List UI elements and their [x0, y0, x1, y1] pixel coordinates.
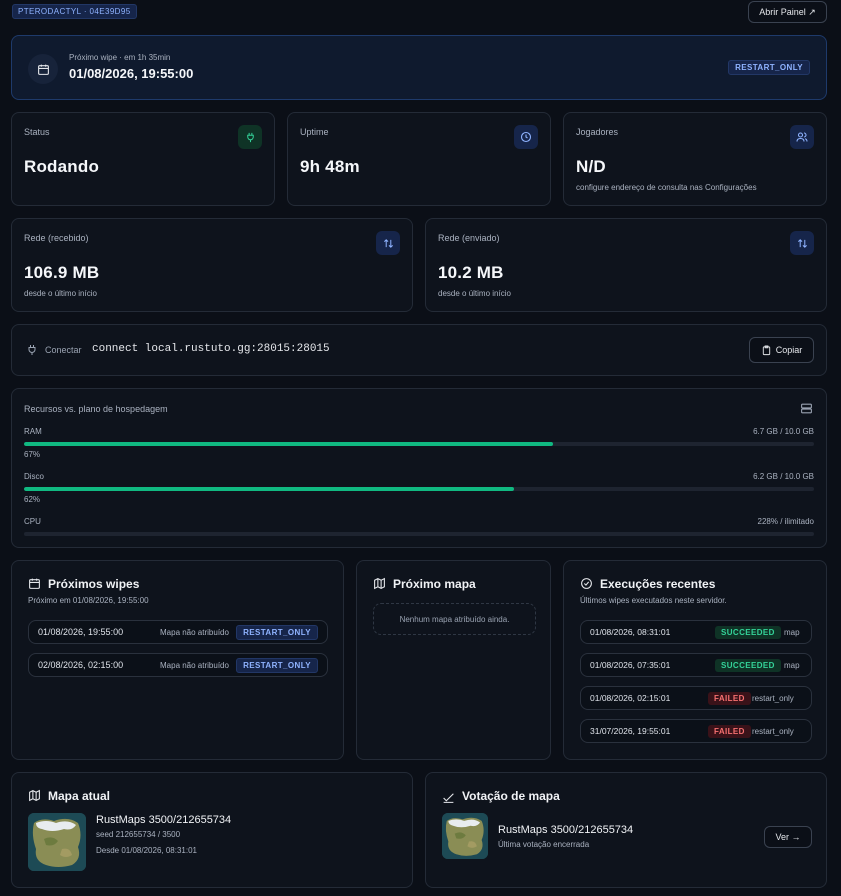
map-icon: [374, 577, 385, 590]
net-in-card: Rede (recebido) 106.9 MB desde o último …: [11, 218, 413, 312]
disk-usage: 6.2 GB / 10.0 GB: [753, 472, 814, 481]
disk-percent: 62%: [24, 495, 41, 504]
run-row[interactable]: 01/08/2026, 02:15:01 FAILED restart_only: [580, 686, 812, 710]
uptime-value: 9h 48m: [300, 157, 360, 176]
calendar-icon: [29, 578, 40, 589]
current-map-title: Mapa atual: [48, 789, 111, 803]
status-badge: SUCCEEDED: [715, 658, 781, 672]
next-map-card: Próximo mapa Nenhum mapa atribuído ainda…: [356, 560, 551, 760]
next-wipes-subtitle: Próximo em 01/08/2026, 19:55:00: [28, 596, 149, 605]
wipe-type-badge: RESTART_ONLY: [728, 60, 810, 75]
transfer-icon-box: [376, 231, 400, 255]
recent-runs-card: Execuções recentes Últimos wipes executa…: [563, 560, 827, 760]
transfer-icon: [797, 238, 807, 248]
transfer-icon: [383, 238, 393, 248]
ram-label: RAM: [24, 427, 42, 436]
players-card: Jogadores N/D configure endereço de cons…: [563, 112, 827, 206]
connect-card: Conectar connect local.rustuto.gg:28015:…: [11, 324, 827, 376]
plug-icon-box: [238, 125, 262, 149]
copy-button[interactable]: Copiar: [749, 337, 814, 363]
calendar-icon: [37, 64, 49, 75]
net-out-card: Rede (enviado) 10.2 MB desde o último in…: [425, 218, 827, 312]
next-wipe-datetime: 01/08/2026, 19:55:00: [69, 66, 194, 81]
cpu-bar: [24, 532, 814, 536]
next-wipe-banner: Próximo wipe · em 1h 35min 01/08/2026, 1…: [11, 35, 827, 100]
ram-usage: 6.7 GB / 10.0 GB: [753, 427, 814, 436]
current-map-card: Mapa atual RustMaps 3500/212655734 seed …: [11, 772, 413, 888]
next-map-empty: Nenhum mapa atribuído ainda.: [373, 603, 536, 635]
transfer-icon-box: [790, 231, 814, 255]
map-thumbnail[interactable]: [442, 813, 488, 859]
map-thumbnail-image: [442, 813, 488, 859]
uptime-card: Uptime 9h 48m: [287, 112, 551, 206]
check-circle-icon: [581, 578, 592, 589]
users-icon: [796, 132, 808, 142]
resources-card: Recursos vs. plano de hospedagem RAM 6.7…: [11, 388, 827, 548]
players-hint: configure endereço de consulta nas Confi…: [576, 183, 757, 192]
recent-runs-title: Execuções recentes: [600, 577, 716, 591]
users-icon-box: [790, 125, 814, 149]
next-wipe-label: Próximo wipe · em 1h 35min: [69, 53, 171, 62]
clock-icon: [520, 131, 532, 143]
net-in-label: Rede (recebido): [24, 233, 89, 243]
current-map-since: Desde 01/08/2026, 08:31:01: [96, 846, 197, 855]
vote-check-icon: [443, 793, 454, 803]
wipe-row[interactable]: 02/08/2026, 02:15:00 Mapa não atribuído …: [28, 653, 328, 677]
disk-bar: [24, 487, 814, 491]
next-wipes-title: Próximos wipes: [48, 577, 140, 591]
server-tag: PTERODACTYL · 04E39D95: [12, 4, 137, 19]
uptime-label: Uptime: [300, 127, 329, 137]
run-row[interactable]: 31/07/2026, 19:55:01 FAILED restart_only: [580, 719, 812, 743]
disk-label: Disco: [24, 472, 45, 481]
clipboard-icon: [762, 344, 770, 355]
net-in-value: 106.9 MB: [24, 263, 100, 282]
calendar-icon-box: [28, 54, 58, 84]
current-map-name: RustMaps 3500/212655734: [96, 814, 232, 826]
next-map-title: Próximo mapa: [393, 577, 476, 591]
status-badge: FAILED: [708, 691, 751, 705]
resources-title: Recursos vs. plano de hospedagem: [24, 404, 168, 414]
next-wipes-card: Próximos wipes Próximo em 01/08/2026, 19…: [11, 560, 344, 760]
connect-label: Conectar: [45, 345, 82, 355]
ram-bar: [24, 442, 814, 446]
net-out-value: 10.2 MB: [438, 263, 504, 282]
map-vote-card: Votação de mapa RustMaps 3500/212655734 …: [425, 772, 827, 888]
map-vote-status: Última votação encerrada: [498, 840, 590, 849]
recent-runs-subtitle: Últimos wipes executados neste servidor.: [580, 596, 727, 605]
map-vote-name: RustMaps 3500/212655734: [498, 824, 634, 836]
disk-bar-fill: [24, 487, 514, 491]
map-thumbnail[interactable]: [28, 813, 86, 871]
wipe-row[interactable]: 01/08/2026, 19:55:00 Mapa não atribuído …: [28, 620, 328, 644]
wipe-type-badge: RESTART_ONLY: [236, 657, 318, 673]
clock-icon-box: [514, 125, 538, 149]
status-value: Rodando: [24, 157, 100, 176]
server-icon: [801, 403, 812, 414]
cpu-label: CPU: [24, 517, 41, 526]
plug-icon: [28, 345, 36, 355]
players-label: Jogadores: [576, 127, 619, 137]
map-vote-title: Votação de mapa: [462, 789, 560, 803]
connect-command[interactable]: connect local.rustuto.gg:28015:28015: [92, 343, 330, 355]
cpu-usage: 228% / ilimitado: [757, 517, 814, 526]
view-vote-button[interactable]: Ver →: [764, 826, 812, 848]
net-in-hint: desde o último início: [24, 289, 97, 298]
status-badge: FAILED: [708, 724, 751, 738]
plug-icon: [246, 132, 254, 142]
ram-bar-fill: [24, 442, 554, 446]
current-map-seed: seed 212655734 / 3500: [96, 830, 181, 839]
open-panel-button[interactable]: Abrir Painel ↗: [748, 1, 827, 23]
status-badge: SUCCEEDED: [715, 625, 781, 639]
run-row[interactable]: 01/08/2026, 08:31:01 SUCCEEDED map: [580, 620, 812, 644]
players-value: N/D: [576, 157, 606, 176]
status-label: Status: [24, 127, 50, 137]
map-thumbnail-image: [28, 813, 86, 871]
net-out-label: Rede (enviado): [438, 233, 500, 243]
status-card: Status Rodando: [11, 112, 275, 206]
run-row[interactable]: 01/08/2026, 07:35:01 SUCCEEDED map: [580, 653, 812, 677]
wipe-type-badge: RESTART_ONLY: [236, 624, 318, 640]
net-out-hint: desde o último início: [438, 289, 511, 298]
map-icon: [29, 789, 40, 802]
ram-percent: 67%: [24, 450, 41, 459]
